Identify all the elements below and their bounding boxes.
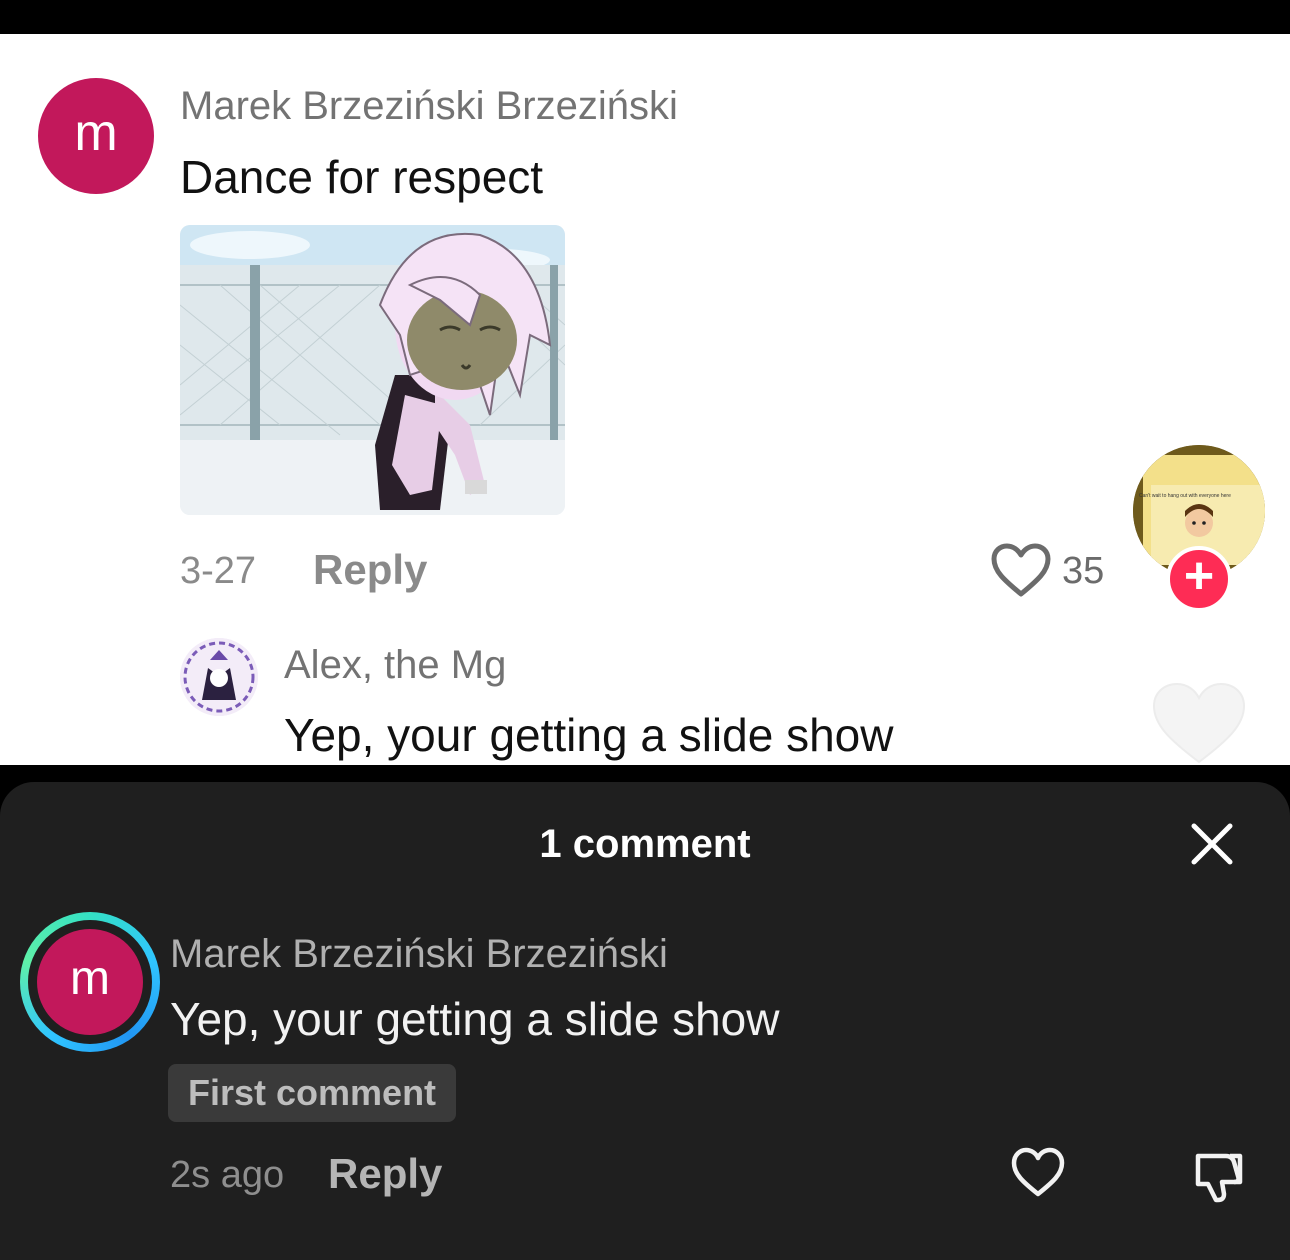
follow-plus-button[interactable]: + xyxy=(1166,546,1232,612)
avatar-letter: m xyxy=(74,104,118,162)
reply-button[interactable]: Reply xyxy=(328,1150,442,1198)
avatar-ring-gap: m xyxy=(28,920,152,1044)
comment-text: Yep, your getting a slide show xyxy=(170,993,780,1045)
close-icon[interactable] xyxy=(1186,818,1238,870)
comment-date: 3-27 xyxy=(180,550,257,592)
plus-icon: + xyxy=(1183,547,1215,605)
like-count: 35 xyxy=(1062,550,1105,592)
avatar-letter: m xyxy=(70,952,110,1005)
comment-time: 2s ago xyxy=(170,1154,285,1196)
gif-illustration xyxy=(180,225,565,515)
comment-text: Dance for respect xyxy=(180,151,544,203)
reply-avatar-image xyxy=(180,638,258,716)
like-heart-icon[interactable] xyxy=(990,542,1052,598)
like-heart-icon[interactable] xyxy=(1010,1146,1066,1198)
reply-button[interactable]: Reply xyxy=(313,546,427,594)
reply-username[interactable]: Alex, the Mg xyxy=(284,643,506,688)
status-bar xyxy=(0,0,1290,34)
comment-username[interactable]: Marek Brzeziński Brzeziński xyxy=(170,932,668,977)
thumbnail-caption: Can't wait to hang out with everyone her… xyxy=(1139,493,1231,499)
dislike-icon[interactable] xyxy=(1190,1146,1248,1204)
commenter-avatar-story-ring[interactable]: m xyxy=(20,912,160,1052)
comment-gif-image[interactable] xyxy=(180,225,565,515)
like-heart-icon[interactable] xyxy=(1150,680,1248,766)
reply-commenter-avatar[interactable] xyxy=(180,638,258,716)
comments-sheet: 1 comment m Marek Brzeziński Brzeziński … xyxy=(0,782,1290,1260)
commenter-avatar: m xyxy=(37,929,143,1035)
sheet-title: 1 comment xyxy=(539,822,751,866)
first-comment-badge: First comment xyxy=(168,1064,457,1122)
reply-text: Yep, your getting a slide show xyxy=(284,709,894,761)
commenter-avatar[interactable]: m xyxy=(38,78,154,194)
comment-username[interactable]: Marek Brzeziński Brzeziński xyxy=(180,84,678,129)
